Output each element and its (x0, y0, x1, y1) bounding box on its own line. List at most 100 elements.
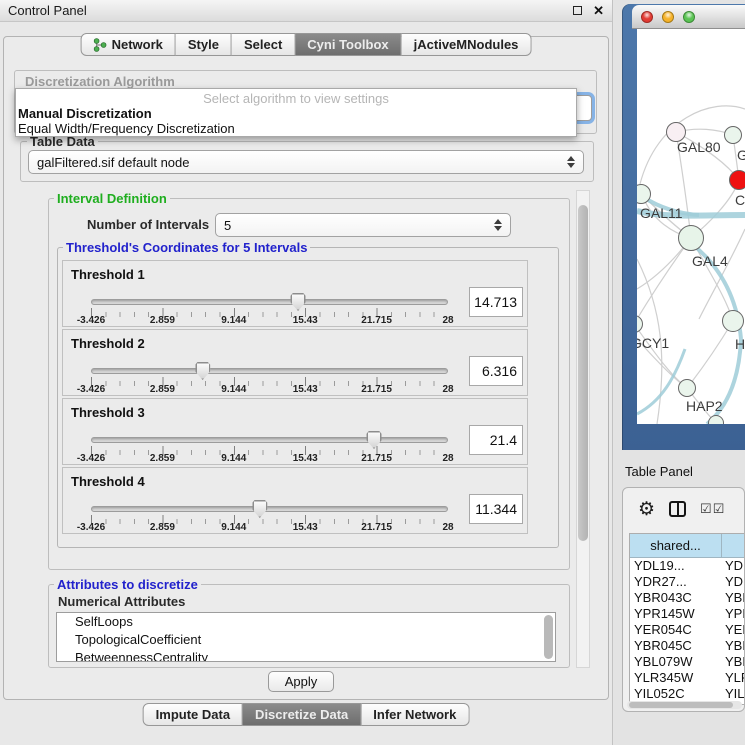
combo-arrows-icon (567, 156, 575, 168)
table-row[interactable]: YPR145WYPR1 (630, 606, 745, 622)
threshold-label: Threshold 3 (71, 405, 145, 420)
close-icon[interactable]: ✕ (593, 6, 604, 15)
tick-label: -3.426 (77, 522, 105, 533)
tick-label: 28 (442, 384, 453, 395)
slider-ticks (91, 446, 448, 455)
gear-icon[interactable]: ⚙ (638, 500, 655, 519)
threshold-label: Threshold 1 (71, 267, 145, 282)
slider-ticks (91, 515, 448, 524)
node-label: GAL80 (677, 139, 721, 155)
algorithm-option-equal-width[interactable]: Equal Width/Frequency Discretization (18, 121, 235, 136)
table-row[interactable]: YIL052CYIL0 (630, 686, 745, 702)
select-checkboxes-icon[interactable]: ☑☑ (700, 501, 725, 517)
apply-button[interactable]: Apply (268, 671, 334, 692)
threshold-panel-2: Threshold 2-3.4262.8599.14415.4321.71528… (62, 329, 528, 396)
node-label: HAP2 (686, 398, 723, 414)
tick-label: 9.144 (221, 522, 246, 533)
tab-impute-data[interactable]: Impute Data (143, 703, 243, 726)
attributes-scrollbar[interactable] (544, 615, 553, 659)
tick-label: 21.715 (361, 384, 392, 395)
table-cell: YDR27... (630, 574, 722, 590)
close-traffic-light-icon[interactable] (641, 11, 653, 23)
attribute-item-betweennesscentrality[interactable]: BetweennessCentrality (57, 649, 555, 662)
tick-label: 15.43 (293, 522, 318, 533)
table-row[interactable]: YLR345WYLR3 (630, 670, 745, 686)
attribute-item-topologicalcoefficient[interactable]: TopologicalCoefficient (57, 631, 555, 649)
tick-label: 15.43 (293, 315, 318, 326)
attribute-item-selfloops[interactable]: SelfLoops (57, 613, 555, 631)
algorithm-dropdown-popup: Select algorithm to view settings Manual… (15, 88, 577, 137)
tick-label: 21.715 (361, 453, 392, 464)
network-node-c[interactable] (729, 170, 745, 190)
node-label: C (735, 192, 745, 208)
tick-label: 15.43 (293, 384, 318, 395)
table-row[interactable]: YDR27...YDR2 (630, 574, 745, 590)
tick-label: 2.859 (150, 384, 175, 395)
table-row[interactable]: YER054CYER0 (630, 622, 745, 638)
tab-network[interactable]: Network (81, 33, 176, 56)
settings-scrollbar-thumb[interactable] (578, 205, 588, 541)
threshold-value-field[interactable]: 21.4 (469, 425, 523, 455)
settings-scrollbar[interactable] (576, 190, 590, 668)
float-window-icon[interactable] (573, 6, 582, 15)
table-cell: YDR2 (722, 574, 745, 590)
tab-discretize-data[interactable]: Discretize Data (243, 703, 361, 726)
table-hscroll-thumb[interactable] (629, 702, 733, 708)
network-node-hap2[interactable] (678, 379, 696, 397)
threshold-slider[interactable] (91, 368, 448, 374)
table-horizontal-scrollbar[interactable] (627, 701, 742, 709)
tick-label: -3.426 (77, 315, 105, 326)
table-row[interactable]: YBR045CYBR0 (630, 638, 745, 654)
table-cell: YBR0 (722, 590, 745, 606)
tick-label: 9.144 (221, 453, 246, 464)
threshold-slider[interactable] (91, 437, 448, 443)
table-panel: ⚙ ☑☑ shared...na YDL19...YDL1YDR27...YDR… (622, 487, 745, 712)
minimize-traffic-light-icon[interactable] (662, 11, 674, 23)
tick-label: 2.859 (150, 453, 175, 464)
table-cell: YPR145W (630, 606, 722, 622)
threshold-slider[interactable] (91, 506, 448, 512)
algorithm-group-label: Discretization Algorithm (22, 74, 178, 89)
tab-select[interactable]: Select (232, 33, 295, 56)
threshold-value-field[interactable]: 6.316 (469, 356, 523, 386)
bottom-tab-strip: Impute Data Discretize Data Infer Network (143, 703, 470, 726)
numerical-attributes-list[interactable]: SelfLoopsTopologicalCoefficientBetweenne… (56, 612, 556, 662)
tab-label: Discretize Data (255, 707, 348, 722)
table-panel-toolbar: ⚙ ☑☑ (623, 488, 744, 530)
threshold-value-field[interactable]: 11.344 (469, 494, 523, 524)
columns-icon[interactable] (669, 501, 686, 517)
tab-jactivemnodules[interactable]: jActiveMNodules (402, 33, 532, 56)
tick-label: 21.715 (361, 315, 392, 326)
tick-label: 21.715 (361, 522, 392, 533)
node-label: GAL4 (692, 253, 728, 269)
algorithm-option-manual[interactable]: Manual Discretization (18, 106, 152, 121)
threshold-slider[interactable] (91, 299, 448, 305)
zoom-traffic-light-icon[interactable] (683, 11, 695, 23)
threshold-panel-3: Threshold 3-3.4262.8599.14415.4321.71528… (62, 398, 528, 465)
tab-style[interactable]: Style (176, 33, 232, 56)
table-row[interactable]: YBL079WYBL0 (630, 654, 745, 670)
tab-label: Select (244, 37, 282, 52)
table-cell: YLR3 (722, 670, 745, 686)
control-panel-titlebar: Control Panel ✕ (0, 0, 612, 22)
number-of-intervals-combo[interactable]: 5 (215, 213, 511, 237)
table-row[interactable]: YDL19...YDL1 (630, 558, 745, 574)
network-node-g[interactable] (724, 126, 742, 144)
network-view-window: GAL80G.CGAL11GAL4GCY1HHAP2 (622, 4, 745, 450)
interval-definition-label: Interval Definition (54, 191, 170, 206)
panel-title: Control Panel (8, 3, 573, 18)
tab-cyni-toolbox[interactable]: Cyni Toolbox (295, 33, 401, 56)
table-data-combo[interactable]: galFiltered.sif default node (28, 150, 584, 174)
table-row[interactable]: YBR043CYBR0 (630, 590, 745, 606)
table-cell: YER0 (722, 622, 745, 638)
threshold-value-field[interactable]: 14.713 (469, 287, 523, 317)
column-header-na[interactable]: na (722, 534, 745, 557)
network-node-item[interactable] (708, 415, 724, 424)
threshold-label: Threshold 2 (71, 336, 145, 351)
network-canvas[interactable]: GAL80G.CGAL11GAL4GCY1HHAP2 (637, 29, 745, 424)
node-table[interactable]: shared...na YDL19...YDL1YDR27...YDR2YBR0… (629, 533, 745, 705)
tab-infer-network[interactable]: Infer Network (361, 703, 469, 726)
network-node-h[interactable] (722, 310, 744, 332)
column-header-shared[interactable]: shared... (630, 534, 722, 557)
network-node-gal4[interactable] (678, 225, 704, 251)
